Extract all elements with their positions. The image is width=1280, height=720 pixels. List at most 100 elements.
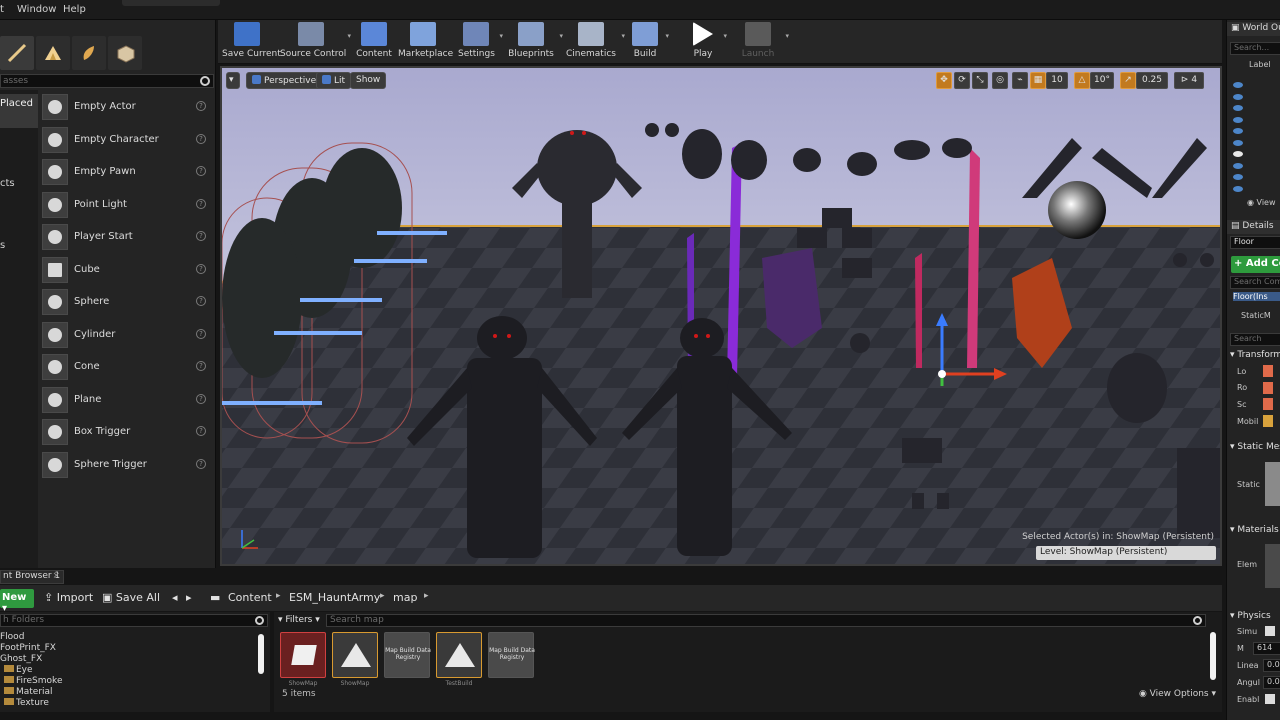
breadcrumb-arrow-icon[interactable]: ▸ xyxy=(424,591,429,601)
location-reset-icon[interactable] xyxy=(1263,365,1273,377)
help-icon[interactable]: ? xyxy=(196,133,206,144)
visibility-eye-icon[interactable] xyxy=(1233,105,1243,111)
scale-mode-button[interactable]: ⤡ xyxy=(972,72,988,89)
world-local-button[interactable]: ◎ xyxy=(992,72,1008,89)
search-classes-input[interactable]: asses xyxy=(0,74,214,88)
component-root[interactable]: Floor(Ins xyxy=(1233,292,1280,301)
category-recently-placed[interactable]: Placed xyxy=(0,94,38,128)
dropdown-arrow-icon[interactable]: ▾ xyxy=(621,32,625,40)
visibility-eye-icon[interactable] xyxy=(1233,151,1243,157)
help-icon[interactable]: ? xyxy=(196,166,206,176)
filters-button[interactable]: ▾ Filters ▾ xyxy=(278,615,320,625)
asset-tile[interactable] xyxy=(280,632,326,678)
materials-section[interactable]: ▾ Materials xyxy=(1230,525,1279,535)
help-icon[interactable]: ? xyxy=(196,458,206,469)
mobility-static-icon[interactable] xyxy=(1263,415,1273,427)
place-item[interactable]: Empty Pawn? xyxy=(40,157,214,187)
help-icon[interactable]: ? xyxy=(196,198,206,209)
dropdown-arrow-icon[interactable]: ▾ xyxy=(785,32,789,40)
place-item[interactable]: Box Trigger? xyxy=(40,417,214,447)
breadcrumb-esm-hauntarmy[interactable]: ESM_HauntArmy xyxy=(289,591,380,604)
help-icon[interactable]: ? xyxy=(196,328,206,339)
physics-section[interactable]: ▾ Physics xyxy=(1230,611,1271,621)
visibility-eye-icon[interactable] xyxy=(1233,174,1243,180)
help-icon[interactable]: ? xyxy=(196,393,206,404)
component-static-mesh[interactable]: StaticM xyxy=(1241,311,1271,320)
add-component-button[interactable]: + Add Co xyxy=(1231,256,1280,273)
dropdown-arrow-icon[interactable]: ▾ xyxy=(559,32,563,40)
paint-mode-tab[interactable] xyxy=(36,36,70,70)
search-components-input[interactable]: Search Comp xyxy=(1230,276,1280,289)
import-button[interactable]: ⇪ Import xyxy=(44,591,93,604)
folder-search-input[interactable]: h Folders xyxy=(0,614,268,627)
folder-item[interactable]: Eye xyxy=(4,665,33,675)
folder-icon[interactable]: ▬ xyxy=(210,591,220,604)
surface-snap-button[interactable]: ⌁ xyxy=(1012,72,1028,89)
camera-speed-button[interactable]: ⊳ 4 xyxy=(1174,72,1204,89)
world-outliner-tab[interactable]: ▣ World Ou xyxy=(1227,22,1280,36)
place-item[interactable]: Cylinder? xyxy=(40,320,214,350)
dropdown-arrow-icon[interactable]: ▾ xyxy=(723,32,727,40)
scale-reset-icon[interactable] xyxy=(1263,398,1273,410)
source-control-button[interactable]: Source Control ▾ xyxy=(280,22,351,62)
search-details-input[interactable]: Search xyxy=(1230,333,1280,346)
transform-section[interactable]: ▾ Transform xyxy=(1230,350,1280,360)
breadcrumb-arrow-icon[interactable]: ▸ xyxy=(276,591,281,601)
place-item[interactable]: Sphere? xyxy=(40,287,214,317)
linear-damping-value[interactable]: 0.01 xyxy=(1263,659,1280,672)
category-lights[interactable]: s xyxy=(0,240,38,251)
rotation-reset-icon[interactable] xyxy=(1263,382,1273,394)
help-icon[interactable]: ? xyxy=(196,361,206,371)
rotation-snap-value[interactable]: 10° xyxy=(1090,72,1114,89)
material-thumbnail[interactable] xyxy=(1265,544,1280,588)
rotation-snap-toggle[interactable]: △ xyxy=(1074,72,1090,89)
static-mesh-section[interactable]: ▾ Static Mes xyxy=(1230,442,1280,452)
static-mesh-thumbnail[interactable] xyxy=(1265,462,1280,506)
launch-button[interactable]: Launch ▾ xyxy=(736,22,789,62)
folder-scrollbar[interactable] xyxy=(258,634,264,674)
perspective-button[interactable]: Perspective xyxy=(246,72,323,89)
visibility-eye-icon[interactable] xyxy=(1233,185,1243,192)
folder-item[interactable]: Material xyxy=(4,687,53,697)
angular-damping-value[interactable]: 0.0 xyxy=(1263,676,1280,689)
folder-item[interactable]: Flood xyxy=(0,632,24,642)
asset-search-input[interactable]: Search map xyxy=(326,614,1206,627)
place-item[interactable]: Cube? xyxy=(40,255,214,285)
place-item[interactable]: Sphere Trigger? xyxy=(40,450,214,480)
help-icon[interactable]: ? xyxy=(196,426,206,436)
outliner-search-input[interactable]: Search... xyxy=(1230,42,1280,55)
category-basic[interactable]: cts xyxy=(0,178,38,189)
translate-mode-button[interactable]: ✥ xyxy=(936,72,952,89)
visibility-eye-icon[interactable] xyxy=(1233,162,1243,169)
place-item[interactable]: Empty Actor? xyxy=(40,92,214,122)
rotate-mode-button[interactable]: ⟳ xyxy=(954,72,970,89)
menu-window[interactable]: Window xyxy=(17,4,56,15)
dropdown-arrow-icon[interactable]: ▾ xyxy=(499,32,503,40)
foliage-mode-tab[interactable] xyxy=(72,36,106,70)
scale-snap-value[interactable]: 0.25 xyxy=(1136,72,1168,89)
help-icon[interactable]: ? xyxy=(196,101,206,111)
marketplace-button[interactable]: Marketplace xyxy=(398,22,453,62)
content-browser-tab[interactable]: nt Browser 1 × xyxy=(0,570,64,584)
history-back-button[interactable]: ◂ xyxy=(172,591,178,604)
help-icon[interactable]: ? xyxy=(196,263,206,274)
geometry-mode-tab[interactable] xyxy=(108,36,142,70)
grid-snap-value[interactable]: 10 xyxy=(1046,72,1068,89)
simulate-physics-checkbox[interactable] xyxy=(1265,626,1275,636)
asset-tile[interactable]: Map Build Data Registry xyxy=(488,632,535,678)
show-button[interactable]: Show xyxy=(350,72,387,89)
asset-tile[interactable] xyxy=(436,632,482,678)
content-button[interactable]: Content xyxy=(356,22,392,62)
grid-snap-toggle[interactable]: ▦ xyxy=(1030,72,1046,89)
dropdown-arrow-icon[interactable]: ▾ xyxy=(665,32,669,40)
place-item[interactable]: Point Light? xyxy=(40,190,214,220)
place-mode-tab[interactable] xyxy=(0,36,34,70)
visibility-eye-icon[interactable] xyxy=(1233,82,1243,88)
asset-scrollbar[interactable] xyxy=(1210,632,1216,680)
mass-value[interactable]: 614 xyxy=(1253,642,1280,655)
place-item[interactable]: Cone? xyxy=(40,352,214,382)
cinematics-button[interactable]: Cinematics ▾ xyxy=(566,22,625,62)
enable-gravity-checkbox[interactable] xyxy=(1265,694,1275,704)
settings-button[interactable]: Settings ▾ xyxy=(458,22,503,62)
lit-button[interactable]: Lit xyxy=(316,72,352,89)
